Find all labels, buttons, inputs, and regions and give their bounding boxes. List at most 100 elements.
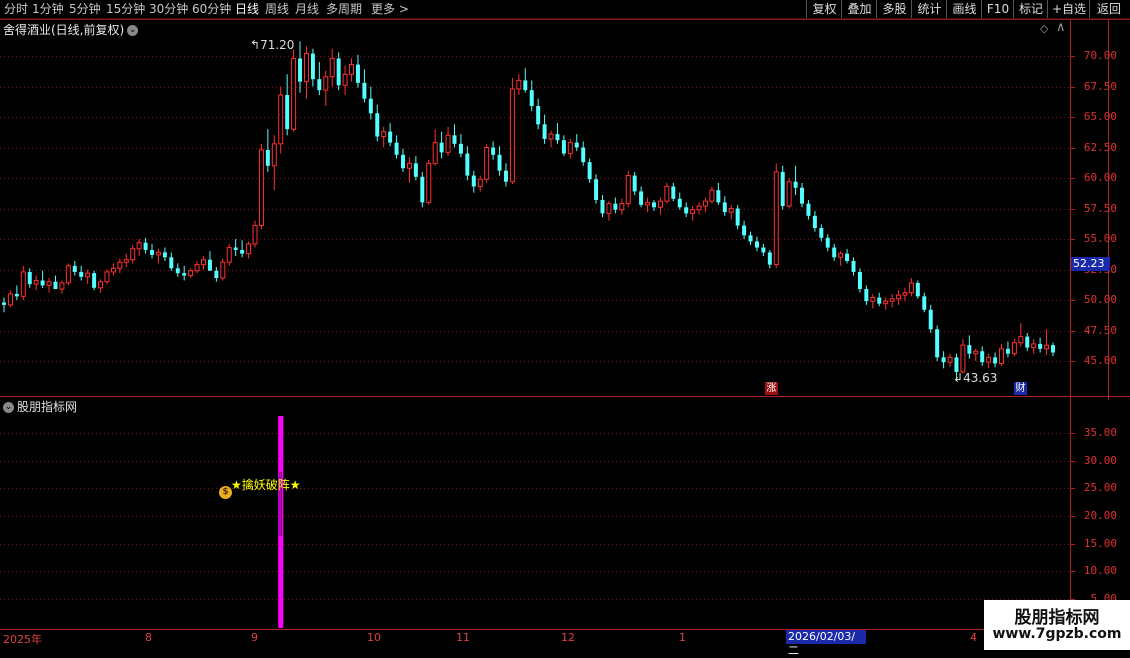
candle-body-up (123, 259, 129, 263)
candle-body-down (1005, 348, 1010, 354)
stock-title[interactable]: 舍得酒业(日线,前复权) ⌄ (3, 21, 139, 38)
candle-body-up (226, 247, 232, 263)
date-label-2025: 2025年 (3, 633, 42, 646)
event-marker-cai[interactable]: 财 (1014, 382, 1027, 395)
candle-body-down (742, 225, 747, 236)
candle-body-down (503, 170, 508, 182)
expand-icon[interactable]: ∧ (1056, 20, 1066, 35)
indicator-title-text: 股朋指标网 (17, 400, 78, 414)
date-label-aug: 8 (145, 631, 152, 644)
candle-body-down (420, 176, 425, 203)
indicator-tick-label: 30.00 (1083, 454, 1117, 467)
candle-body-up (271, 143, 277, 167)
candle-body-down (310, 53, 315, 80)
candle-body-up (838, 253, 844, 258)
candle-body-down (143, 242, 148, 250)
candle-body-down (497, 154, 502, 171)
candle-body-down (935, 329, 940, 358)
candle-body-down (465, 153, 470, 176)
candle-body-down (240, 249, 245, 254)
indicator-tick-label: 10.00 (1083, 564, 1117, 577)
candle-body-up (516, 79, 522, 90)
indicator-title[interactable]: ⌄ 股朋指标网 (3, 398, 77, 415)
candle-body-up (696, 205, 702, 211)
candle-body-down (928, 309, 933, 330)
candle-body-up (1044, 344, 1050, 350)
candle-body-up (20, 271, 26, 297)
candle-body-down (806, 203, 811, 216)
candle-body-down (800, 187, 805, 204)
candle-body-up (567, 142, 573, 155)
candle-body-down (362, 82, 367, 99)
candle-body-up (136, 242, 142, 250)
date-label-sep: 9 (251, 631, 258, 644)
signal-label: ★擒妖破阵★ (231, 478, 301, 492)
candle-body-up (98, 281, 104, 289)
candle-body-up (548, 133, 554, 140)
candle-body-down (79, 271, 84, 277)
candle-body-down (857, 271, 862, 290)
candle-body-up (85, 272, 91, 278)
candle-body-down (613, 203, 618, 210)
kline-chart[interactable] (0, 0, 1130, 650)
candle-body-down (523, 80, 528, 91)
side-panel-strip (1110, 19, 1130, 399)
candle-body-down (561, 140, 566, 154)
date-label-oct: 10 (367, 631, 381, 644)
candle-body-up (509, 88, 515, 183)
candle-body-up (709, 189, 715, 202)
candle-body-up (65, 265, 71, 284)
candle-body-down (555, 134, 560, 141)
candle-body-down (651, 202, 656, 208)
candle-body-up (246, 243, 252, 255)
candle-body-up (973, 350, 979, 355)
candle-body-down (285, 95, 290, 130)
candle-body-down (401, 154, 406, 169)
candle-body-up (889, 298, 895, 302)
candle-body-down (581, 147, 586, 163)
candle-body-up (786, 181, 792, 207)
candle-body-up (690, 209, 696, 214)
candle-body-up (432, 142, 438, 164)
candle-body-up (252, 225, 258, 245)
low-annotation: ↲43.63 (953, 371, 998, 385)
candle-body-up (986, 356, 992, 363)
candle-body-down (27, 271, 32, 285)
candle-body-down (458, 143, 463, 154)
candle-body-up (773, 171, 779, 266)
candle-body-down (298, 58, 303, 82)
candle-body-down (767, 252, 772, 265)
watermark-url: www.7gpzb.com (992, 626, 1122, 642)
candle-body-up (870, 297, 876, 302)
chevron-down-icon[interactable]: ⌄ (3, 402, 14, 413)
candle-body-down (677, 198, 682, 208)
candle-body-down (825, 237, 830, 248)
candle-body-up (1011, 342, 1017, 355)
candle-body-down (375, 113, 380, 137)
candle-body-up (625, 175, 631, 205)
candle-body-down (53, 281, 58, 290)
candle-body-down (832, 247, 837, 258)
candle-body-down (394, 142, 399, 155)
candle-body-down (413, 163, 418, 177)
chevron-down-icon[interactable]: ⌄ (127, 25, 139, 36)
candle-body-down (864, 289, 869, 302)
candle-body-down (780, 171, 785, 207)
candle-body-down (529, 90, 534, 107)
candle-body-down (14, 293, 19, 297)
candle-body-down (182, 273, 187, 276)
candle-body-down (40, 280, 45, 286)
event-marker-zhang[interactable]: 涨 (765, 382, 778, 395)
candle-body-up (291, 57, 297, 130)
high-annotation: ↰71.20 (250, 38, 295, 52)
candle-body-down (632, 175, 637, 192)
candle-body-down (368, 98, 373, 114)
candle-body-down (574, 142, 579, 148)
candle-body-down (1038, 343, 1043, 349)
candle-body-up (329, 57, 335, 78)
candle-body-down (1051, 345, 1055, 353)
indicator-tick-label: 20.00 (1083, 509, 1117, 522)
candle-body-down (922, 296, 927, 310)
candle-body-up (110, 267, 116, 273)
diamond-icon[interactable]: ◇ (1040, 22, 1048, 35)
